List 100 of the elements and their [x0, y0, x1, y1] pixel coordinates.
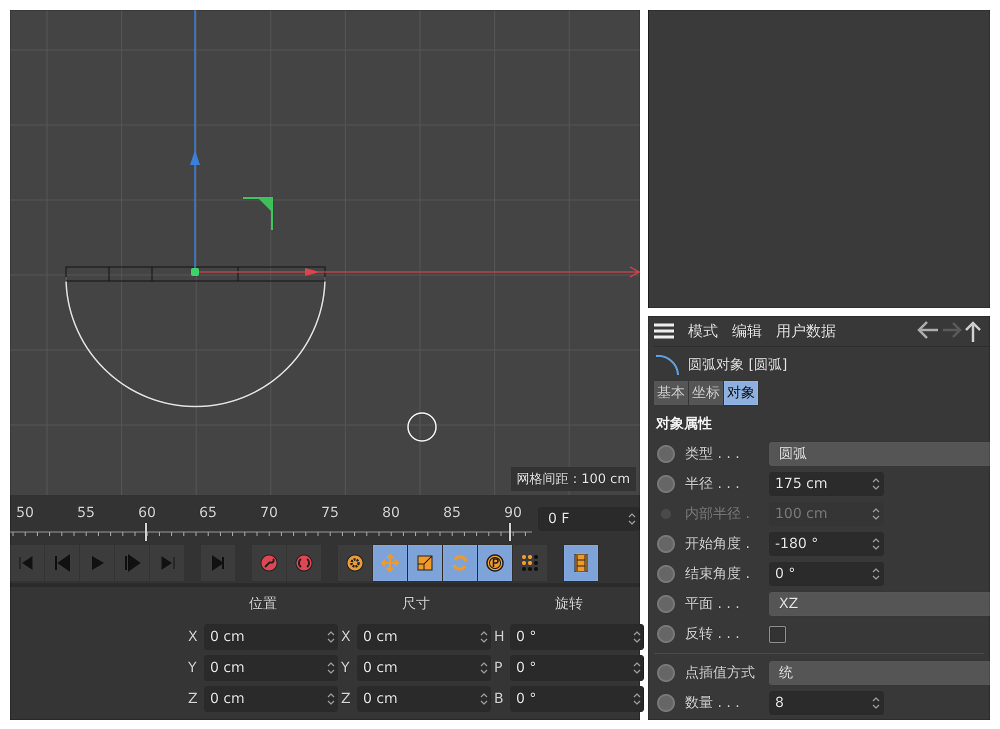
previous-key-icon	[53, 554, 71, 572]
cycle-button[interactable]	[287, 545, 321, 581]
column-header: 位置	[248, 595, 278, 614]
parameter-label: 开始角度 .	[685, 535, 751, 553]
dot-grid-button[interactable]	[513, 545, 547, 581]
timeline-ruler[interactable]: 50 55 60 65 70 75 80 85 90	[10, 495, 532, 543]
frame-field[interactable]: 0 F	[538, 507, 640, 531]
back-arrow-icon[interactable]	[916, 320, 940, 340]
parameter-label: 内部半径 .	[685, 505, 751, 523]
parameter-label: 平面 . . .	[685, 595, 741, 613]
frame-number: 55	[77, 505, 95, 521]
spinner-icon[interactable]	[327, 692, 335, 706]
spinner-icon[interactable]	[633, 661, 641, 675]
coordinate-field[interactable]: 0 °	[510, 655, 644, 681]
coordinate-field[interactable]: 0 °	[510, 686, 644, 712]
axis-label: X	[188, 629, 199, 645]
dropdown-field[interactable]: 圆弧	[769, 442, 990, 466]
animation-radio[interactable]	[657, 664, 675, 682]
up-arrow-icon[interactable]	[964, 320, 982, 342]
axis-label: B	[494, 691, 505, 707]
cycle-icon	[295, 554, 313, 572]
menu-item[interactable]: 用户数据	[776, 322, 836, 340]
spinner-icon[interactable]	[872, 477, 880, 491]
animation-radio[interactable]	[657, 535, 675, 553]
parameter-label: 数量 . . .	[685, 694, 741, 712]
column-header: 尺寸	[401, 595, 431, 614]
checkbox[interactable]	[769, 626, 786, 642]
number-field[interactable]: -180 °	[769, 532, 884, 556]
animation-radio[interactable]	[657, 595, 675, 613]
p-circle-icon	[486, 554, 504, 572]
key-icon	[260, 554, 278, 572]
spinner-icon[interactable]	[327, 630, 335, 644]
spinner-icon[interactable]	[872, 567, 880, 581]
p-circle-button[interactable]	[478, 545, 512, 581]
frame-number: 75	[321, 505, 339, 521]
parameter-label: 类型 . . .	[685, 445, 741, 463]
number-field[interactable]: 8	[769, 691, 884, 715]
spinner-icon[interactable]	[633, 630, 641, 644]
spinner-icon[interactable]	[480, 661, 488, 675]
frame-number: 50	[16, 505, 34, 521]
axis-label: H	[494, 629, 506, 645]
animation-radio[interactable]	[657, 475, 675, 493]
jump-end-icon	[209, 554, 227, 572]
axis-label: Y	[188, 660, 198, 676]
coordinate-field[interactable]: 0 cm	[357, 686, 491, 712]
frame-number: 65	[199, 505, 217, 521]
menu-item[interactable]: 编辑	[732, 322, 762, 340]
settings-button[interactable]	[338, 545, 372, 581]
dropdown-field[interactable]: 统	[769, 661, 990, 685]
animation-radio[interactable]	[657, 625, 675, 643]
number-field[interactable]: 0 °	[769, 562, 884, 586]
grid-spacing-label: 网格间距 : 100 cm	[510, 467, 636, 491]
spinner-icon[interactable]	[872, 696, 880, 710]
scale-icon	[416, 554, 434, 572]
corner-handle[interactable]	[243, 197, 273, 230]
animation-radio[interactable]	[657, 694, 675, 712]
parameter-label: 反转 . . .	[685, 625, 741, 643]
spinner-icon[interactable]	[480, 692, 488, 706]
frame-number: 90	[504, 505, 522, 521]
dropdown-field[interactable]: XZ	[769, 592, 990, 616]
tab[interactable]: 对象	[724, 381, 758, 405]
parameter-label: 点插值方式	[685, 664, 756, 682]
playhead-marker[interactable]	[144, 523, 148, 541]
coordinate-field[interactable]: 0 cm	[204, 624, 338, 650]
animation-radio[interactable]	[657, 445, 675, 463]
skip-start-button[interactable]	[10, 545, 44, 581]
section-heading: 对象属性	[656, 415, 713, 433]
coordinate-field[interactable]: 0 cm	[204, 655, 338, 681]
film-strip-button[interactable]	[564, 545, 598, 581]
next-key-icon	[123, 554, 141, 572]
spinner-icon[interactable]	[480, 630, 488, 644]
spinner-icon[interactable]	[327, 661, 335, 675]
scale-button[interactable]	[408, 545, 442, 581]
arc-icon	[654, 353, 680, 377]
menu-item[interactable]: 模式	[688, 322, 718, 340]
spinner-icon[interactable]	[872, 537, 880, 551]
rotate-icon	[451, 554, 469, 572]
axis-label: X	[341, 629, 352, 645]
spinner-icon[interactable]	[628, 512, 636, 526]
end-marker[interactable]	[508, 523, 512, 541]
axis-label: Y	[341, 660, 351, 676]
animation-radio[interactable]	[657, 565, 675, 583]
origin-handle[interactable]	[191, 268, 199, 276]
coordinate-field[interactable]: 0 cm	[357, 655, 491, 681]
key-button[interactable]	[252, 545, 286, 581]
number-field[interactable]: 175 cm	[769, 472, 884, 496]
parameter-label: 结束角度 .	[685, 565, 751, 583]
coordinate-field[interactable]: 0 cm	[357, 624, 491, 650]
frame-number: 60	[138, 505, 156, 521]
coordinate-field[interactable]: 0 °	[510, 624, 644, 650]
dot-grid-icon	[521, 554, 539, 572]
frame-number: 70	[260, 505, 278, 521]
coordinate-field[interactable]: 0 cm	[204, 686, 338, 712]
tab[interactable]: 基本	[654, 381, 688, 405]
spinner-icon[interactable]	[633, 692, 641, 706]
column-header: 旋转	[554, 595, 584, 614]
tab[interactable]: 坐标	[689, 381, 723, 405]
object-title: 圆弧对象 [圆弧]	[688, 356, 788, 374]
move-icon	[381, 554, 399, 572]
menu-icon[interactable]	[654, 323, 674, 339]
